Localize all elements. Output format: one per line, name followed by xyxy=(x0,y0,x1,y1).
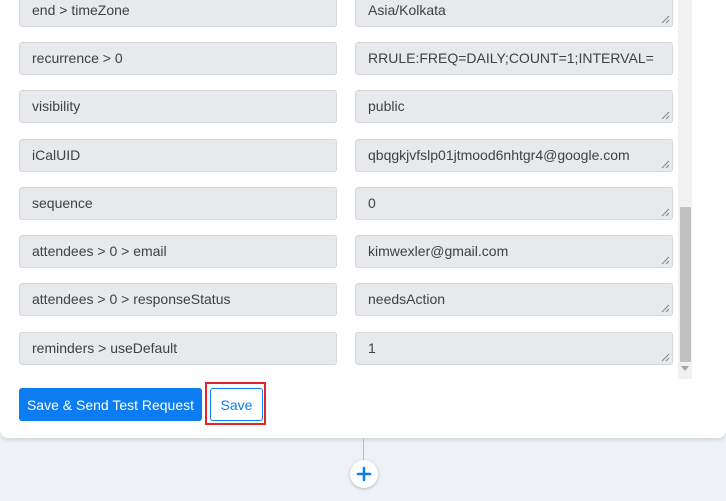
field-value-input[interactable]: qbqgkjvfslp01jtmood6nhtgr4@google.com xyxy=(355,139,673,172)
field-label: visibility xyxy=(19,90,337,123)
field-label: iCalUID xyxy=(19,139,337,172)
resize-grip-icon[interactable] xyxy=(661,160,670,169)
field-value-input[interactable]: 1 xyxy=(355,332,673,365)
resize-grip-icon[interactable] xyxy=(661,15,670,24)
field-label: recurrence > 0 xyxy=(19,42,337,75)
step-connector-line xyxy=(363,438,364,462)
resize-grip-icon[interactable] xyxy=(661,304,670,313)
field-value-text: RRULE:FREQ=DAILY;COUNT=1;INTERVAL= xyxy=(368,50,654,66)
save-button[interactable]: Save xyxy=(210,388,263,421)
field-value-text: 0 xyxy=(368,195,376,211)
field-value-input[interactable]: public xyxy=(355,90,673,123)
field-value-input[interactable]: RRULE:FREQ=DAILY;COUNT=1;INTERVAL= xyxy=(355,42,673,75)
scroll-down-arrow-icon[interactable] xyxy=(681,366,689,371)
field-value-input[interactable]: 0 xyxy=(355,187,673,220)
field-value-text: kimwexler@gmail.com xyxy=(368,243,509,259)
field-value-input[interactable]: kimwexler@gmail.com xyxy=(355,235,673,268)
scrollbar-thumb[interactable] xyxy=(680,207,691,362)
field-label: attendees > 0 > responseStatus xyxy=(19,283,337,316)
field-value-text: Asia/Kolkata xyxy=(368,2,446,18)
field-value-text: 1 xyxy=(368,340,376,356)
field-value-text: public xyxy=(368,98,405,114)
resize-grip-icon[interactable] xyxy=(661,353,670,362)
field-label: end > timeZone xyxy=(19,0,337,27)
resize-grip-icon[interactable] xyxy=(661,208,670,217)
resize-grip-icon[interactable] xyxy=(661,256,670,265)
field-label: sequence xyxy=(19,187,337,220)
plus-icon xyxy=(356,466,372,482)
field-value-text: qbqgkjvfslp01jtmood6nhtgr4@google.com xyxy=(368,147,630,163)
field-value-text: needsAction xyxy=(368,291,446,307)
field-label: attendees > 0 > email xyxy=(19,235,337,268)
field-value-input[interactable]: needsAction xyxy=(355,283,673,316)
save-and-send-test-request-button[interactable]: Save & Send Test Request xyxy=(19,388,202,421)
resize-grip-icon[interactable] xyxy=(661,111,670,120)
add-step-button[interactable] xyxy=(350,460,378,488)
field-value-input[interactable]: Asia/Kolkata xyxy=(355,0,673,27)
field-label: reminders > useDefault xyxy=(19,332,337,365)
